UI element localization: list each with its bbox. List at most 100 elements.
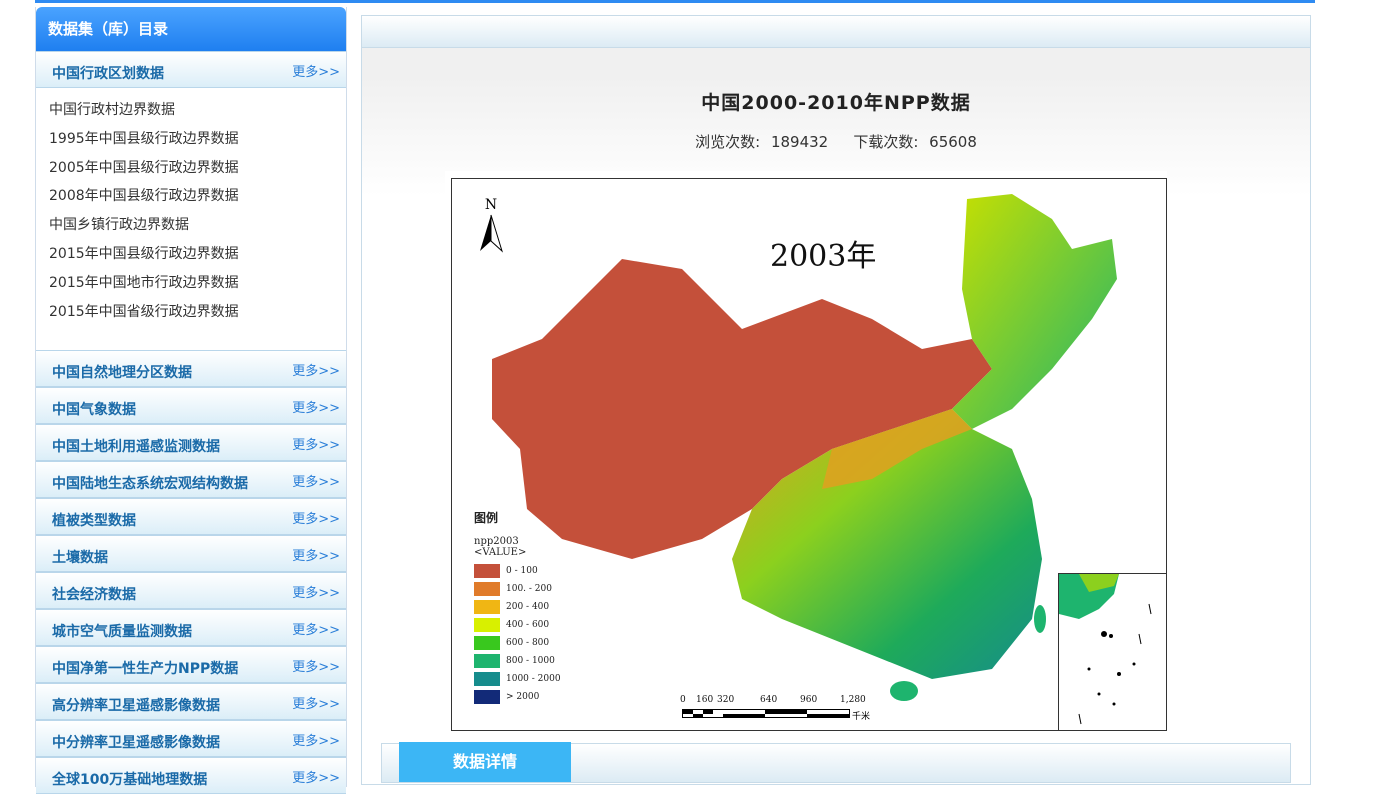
sidebar-category[interactable]: 植被类型数据 更多>> [36, 498, 346, 536]
tab-data-details[interactable]: 数据详情 [399, 742, 571, 782]
category-admin-divisions[interactable]: 中国行政区划数据 更多>> [36, 51, 346, 88]
details-bar: 数据详情 [381, 742, 1291, 783]
more-link[interactable]: 更多>> [292, 434, 340, 453]
scale-bar [682, 709, 850, 718]
legend-swatch [474, 618, 500, 632]
map-canvas: 2003年 N 图例 npp2003 <VALUE> 0 - 100 100. -… [451, 178, 1167, 731]
sidebar-category[interactable]: 中国陆地生态系统宏观结构数据 更多>> [36, 461, 346, 499]
scale-tick: 640 [760, 695, 778, 705]
category-label[interactable]: 植被类型数据 [52, 510, 136, 530]
legend-label: 1000 - 2000 [506, 674, 561, 684]
map-legend: 图例 npp2003 <VALUE> 0 - 100 100. - 200 200 … [474, 509, 561, 706]
category-label[interactable]: 土壤数据 [52, 547, 108, 567]
legend-swatch [474, 600, 500, 614]
sub-item[interactable]: 2015年中国地市行政边界数据 [49, 269, 346, 298]
south-china-sea-inset [1058, 573, 1166, 730]
legend-layer: npp2003 [474, 536, 519, 547]
north-label: N [484, 197, 498, 213]
map-year-label: 2003年 [770, 239, 877, 274]
legend-row: 400 - 600 [474, 616, 561, 634]
category-label[interactable]: 中国自然地理分区数据 [52, 362, 192, 382]
legend-swatch [474, 582, 500, 596]
north-arrow-icon: N [476, 197, 506, 259]
more-link[interactable]: 更多>> [292, 582, 340, 601]
main-header-bar [362, 16, 1310, 48]
legend-row: 600 - 800 [474, 634, 561, 652]
legend-row: 800 - 1000 [474, 652, 561, 670]
more-link[interactable]: 更多>> [292, 360, 340, 379]
admin-sub-list: 中国行政村边界数据 1995年中国县级行政边界数据 2005年中国县级行政边界数… [36, 88, 346, 340]
legend-field: <VALUE> [474, 547, 527, 558]
legend-row: 0 - 100 [474, 562, 561, 580]
category-label[interactable]: 中国行政区划数据 [52, 63, 164, 83]
legend-rows: 0 - 100 100. - 200 200 - 400 400 - 600 600 -… [474, 562, 561, 706]
sidebar-category[interactable]: 中国自然地理分区数据 更多>> [36, 350, 346, 388]
catalog-sidebar: 数据集（库）目录 中国行政区划数据 更多>> 中国行政村边界数据 1995年中国… [35, 7, 347, 794]
legend-title: 图例 [474, 511, 499, 525]
sidebar-category[interactable]: 社会经济数据 更多>> [36, 572, 346, 610]
sub-item[interactable]: 2015年中国县级行政边界数据 [49, 240, 346, 269]
legend-label: 100. - 200 [506, 584, 552, 594]
category-label[interactable]: 城市空气质量监测数据 [52, 621, 192, 641]
sidebar-category[interactable]: 高分辨率卫星遥感影像数据 更多>> [36, 683, 346, 721]
category-label[interactable]: 中国气象数据 [52, 399, 136, 419]
legend-label: 200 - 400 [506, 602, 550, 612]
category-spacer [36, 340, 346, 350]
scale-unit: 千米 [852, 712, 871, 722]
more-link[interactable]: 更多>> [292, 471, 340, 490]
scale-tick: 0 [680, 695, 686, 705]
scale-tick: 1,280 [840, 695, 866, 705]
sub-item[interactable]: 中国行政村边界数据 [49, 96, 346, 125]
category-label[interactable]: 高分辨率卫星遥感影像数据 [52, 695, 220, 715]
legend-swatch [474, 672, 500, 686]
sub-item[interactable]: 2015年中国省级行政边界数据 [49, 298, 346, 327]
more-link[interactable]: 更多>> [292, 545, 340, 564]
legend-row: 200 - 400 [474, 598, 561, 616]
scale-tick: 960 [800, 695, 818, 705]
legend-swatch [474, 564, 500, 578]
views-label: 浏览次数: [695, 133, 761, 151]
category-label[interactable]: 社会经济数据 [52, 584, 136, 604]
npp-map-image: 2003年 N 图例 npp2003 <VALUE> 0 - 100 100. -… [445, 171, 1167, 731]
legend-row: 100. - 200 [474, 580, 561, 598]
category-label[interactable]: 中国土地利用遥感监测数据 [52, 436, 220, 456]
views-count: 189432 [770, 133, 829, 151]
more-link[interactable]: 更多>> [292, 508, 340, 527]
legend-swatch [474, 654, 500, 668]
more-link[interactable]: 更多>> [292, 61, 340, 80]
main-panel: 中国2000-2010年NPP数据 浏览次数: 189432 下载次数: 656… [361, 15, 1311, 785]
category-label[interactable]: 全球100万基础地理数据 [52, 769, 207, 789]
sub-item[interactable]: 中国乡镇行政边界数据 [49, 211, 346, 240]
downloads-count: 65608 [929, 133, 977, 151]
legend-label: 800 - 1000 [506, 656, 555, 666]
sidebar-category[interactable]: 中分辨率卫星遥感影像数据 更多>> [36, 720, 346, 758]
sidebar-category[interactable]: 中国净第一性生产力NPP数据 更多>> [36, 646, 346, 684]
legend-label: 600 - 800 [506, 638, 550, 648]
sidebar-category[interactable]: 全球100万基础地理数据 更多>> [36, 757, 346, 794]
sub-item[interactable]: 1995年中国县级行政边界数据 [49, 125, 346, 154]
downloads-label: 下载次数: [853, 133, 919, 151]
scale-tick: 160 [696, 695, 714, 705]
more-link[interactable]: 更多>> [292, 397, 340, 416]
legend-label: 400 - 600 [506, 620, 550, 630]
inset-map [1059, 574, 1152, 725]
more-link[interactable]: 更多>> [292, 656, 340, 675]
category-label[interactable]: 中国净第一性生产力NPP数据 [52, 658, 238, 678]
more-link[interactable]: 更多>> [292, 619, 340, 638]
top-accent-line [35, 0, 1315, 3]
category-label[interactable]: 中分辨率卫星遥感影像数据 [52, 732, 220, 752]
sidebar-category[interactable]: 城市空气质量监测数据 更多>> [36, 609, 346, 647]
sidebar-category[interactable]: 土壤数据 更多>> [36, 535, 346, 573]
stats-line: 浏览次数: 189432 下载次数: 65608 [362, 131, 1310, 152]
sub-item[interactable]: 2008年中国县级行政边界数据 [49, 182, 346, 211]
more-link[interactable]: 更多>> [292, 730, 340, 749]
page-title: 中国2000-2010年NPP数据 [701, 92, 971, 114]
sidebar-category[interactable]: 中国气象数据 更多>> [36, 387, 346, 425]
scale-tick: 320 [717, 695, 735, 705]
more-link[interactable]: 更多>> [292, 767, 340, 786]
more-link[interactable]: 更多>> [292, 693, 340, 712]
category-label[interactable]: 中国陆地生态系统宏观结构数据 [52, 473, 248, 493]
sub-item[interactable]: 2005年中国县级行政边界数据 [49, 154, 346, 183]
sidebar-category[interactable]: 中国土地利用遥感监测数据 更多>> [36, 424, 346, 462]
north-arrow-shape [480, 214, 504, 253]
